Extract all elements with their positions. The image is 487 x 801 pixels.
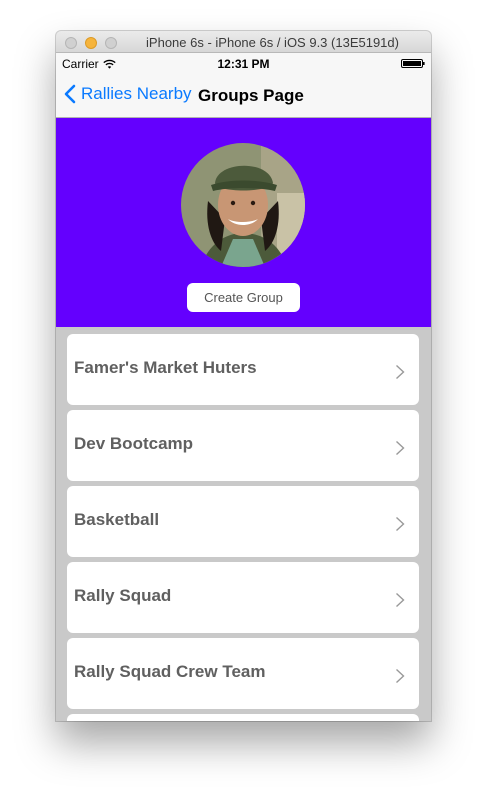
avatar bbox=[181, 143, 305, 267]
back-button-label: Rallies Nearby bbox=[81, 84, 192, 103]
back-button[interactable]: Rallies Nearby bbox=[64, 84, 192, 104]
simulator-title: iPhone 6s - iPhone 6s / iOS 9.3 (13E5191… bbox=[146, 35, 399, 50]
group-card[interactable]: Famer's Market Huters bbox=[67, 334, 419, 405]
group-name: Dev Bootcamp bbox=[74, 434, 194, 453]
chevron-right-icon bbox=[396, 440, 405, 456]
status-time: 12:31 PM bbox=[217, 57, 270, 71]
chevron-right-icon bbox=[396, 592, 405, 608]
create-group-button[interactable]: Create Group bbox=[187, 283, 300, 312]
minimize-window-button[interactable] bbox=[85, 37, 97, 49]
page-title: Groups Page bbox=[198, 86, 304, 105]
navigation-bar: Rallies Nearby Groups Page bbox=[56, 73, 431, 118]
zoom-window-button[interactable] bbox=[105, 37, 117, 49]
profile-header: Create Group bbox=[56, 118, 431, 327]
group-name: Basketball bbox=[74, 510, 160, 529]
chevron-right-icon bbox=[396, 516, 405, 532]
battery-icon bbox=[401, 59, 425, 68]
close-window-button[interactable] bbox=[65, 37, 77, 49]
chevron-right-icon bbox=[396, 668, 405, 684]
group-card-partial[interactable] bbox=[67, 714, 419, 721]
simulator-window: iPhone 6s - iPhone 6s / iOS 9.3 (13E5191… bbox=[56, 31, 431, 721]
status-bar: Carrier 12:31 PM bbox=[56, 53, 431, 73]
group-card[interactable]: Basketball bbox=[67, 486, 419, 557]
stage: iPhone 6s - iPhone 6s / iOS 9.3 (13E5191… bbox=[0, 0, 487, 801]
group-card[interactable]: Rally Squad Crew Team bbox=[67, 638, 419, 709]
chevron-left-icon bbox=[64, 84, 76, 104]
chevron-right-icon bbox=[396, 364, 405, 380]
group-card[interactable]: Dev Bootcamp bbox=[67, 410, 419, 481]
simulator-titlebar: iPhone 6s - iPhone 6s / iOS 9.3 (13E5191… bbox=[56, 31, 431, 53]
group-name: Famer's Market Huters bbox=[74, 358, 257, 377]
group-card[interactable]: Rally Squad bbox=[67, 562, 419, 633]
group-name: Rally Squad bbox=[74, 586, 172, 605]
group-list: Famer's Market Huters Dev Bootcamp Baske… bbox=[56, 327, 431, 721]
group-name: Rally Squad Crew Team bbox=[74, 662, 266, 681]
avatar-photo bbox=[181, 143, 305, 267]
